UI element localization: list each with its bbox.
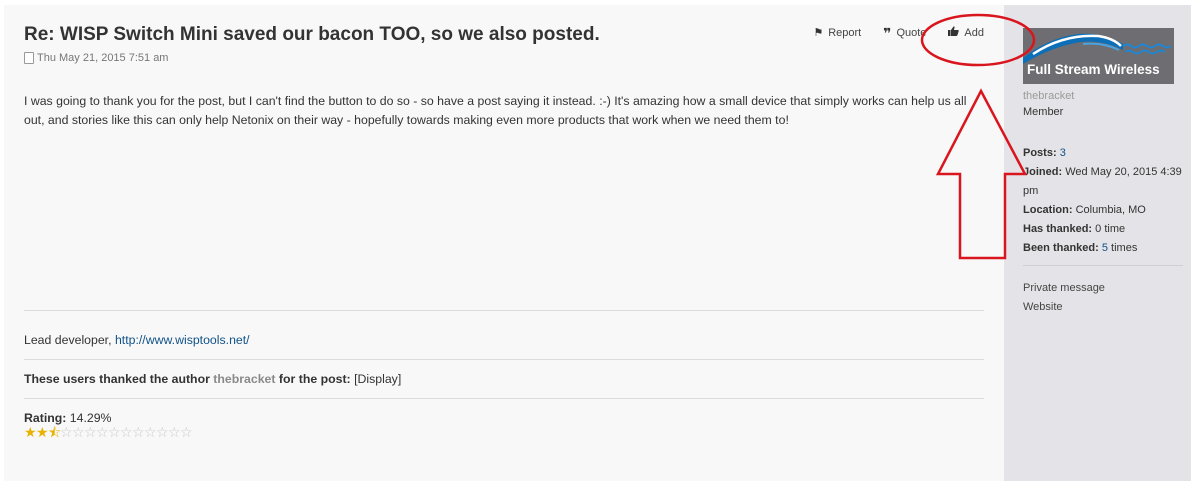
profile-rank: Member: [1023, 106, 1064, 118]
post-title[interactable]: Re: WISP Switch Mini saved our bacon TOO…: [24, 24, 600, 46]
rating-star[interactable]: ⯪: [48, 425, 61, 439]
profile-joined: Joined: Wed May 20, 2015 4:39 pm: [1023, 163, 1188, 201]
rating-star[interactable]: ☆: [60, 425, 73, 439]
rating-label: Rating:: [24, 411, 67, 425]
profile-location: Location: Columbia, MO: [1023, 201, 1188, 220]
rating-star[interactable]: ☆: [120, 425, 133, 439]
profile-username[interactable]: thebracket: [1023, 90, 1074, 102]
signature-link[interactable]: http://www.wisptools.net/: [115, 333, 250, 347]
rating-star[interactable]: ☆: [84, 425, 97, 439]
rating-value: 14.29%: [69, 411, 112, 425]
has-thanked-value: 0 time: [1095, 223, 1126, 235]
post-container: Re: WISP Switch Mini saved our bacon TOO…: [4, 5, 1004, 481]
location-value: Columbia, MO: [1075, 204, 1146, 216]
profile-contact: Private message Website: [1023, 279, 1105, 317]
location-label: Location:: [1023, 204, 1073, 216]
rating: Rating: 14.29%: [24, 411, 112, 425]
rating-star[interactable]: ☆: [72, 425, 85, 439]
private-message-link[interactable]: Private message: [1023, 279, 1105, 298]
rating-star[interactable]: ★: [36, 425, 49, 439]
thanks-display-toggle[interactable]: [Display]: [354, 372, 401, 386]
signature-text: Lead developer,: [24, 333, 115, 347]
rating-stars[interactable]: ★ ★ ⯪ ☆ ☆ ☆ ☆ ☆ ☆ ☆ ☆ ☆ ☆ ☆: [24, 425, 193, 439]
rating-star[interactable]: ☆: [144, 425, 157, 439]
document-icon: [24, 52, 34, 64]
been-thanked-suffix: times: [1111, 242, 1138, 254]
rating-star[interactable]: ☆: [168, 425, 181, 439]
been-thanked-label: Been thanked:: [1023, 242, 1099, 254]
posts-label: Posts:: [1023, 147, 1057, 159]
website-link[interactable]: Website: [1023, 298, 1105, 317]
rating-star[interactable]: ☆: [156, 425, 169, 439]
thanks-row: These users thanked the author thebracke…: [24, 372, 401, 386]
posts-count-link[interactable]: 3: [1060, 147, 1066, 159]
thanks-divider: [24, 359, 984, 360]
flag-icon: ⚑: [813, 27, 824, 39]
post-body: I was going to thank you for the post, b…: [24, 94, 967, 127]
profile-has-thanked: Has thanked: 0 time: [1023, 220, 1188, 239]
signature: Lead developer, http://www.wisptools.net…: [24, 333, 250, 347]
quote-label: Quote: [896, 26, 927, 39]
add-label: Add: [964, 26, 984, 39]
thanks-suffix: for the post:: [278, 372, 351, 386]
signature-divider: [24, 310, 984, 311]
rating-star[interactable]: ☆: [96, 425, 109, 439]
profile-sidebar: Full Stream Wireless thebracket Member P…: [1004, 5, 1191, 481]
report-button[interactable]: ⚑ Report: [813, 26, 862, 40]
thanks-prefix: These users thanked the author: [24, 372, 210, 386]
quote-button[interactable]: ❞ Quote: [883, 24, 927, 41]
avatar[interactable]: Full Stream Wireless: [1023, 28, 1174, 84]
profile-divider: [1023, 265, 1183, 266]
post-meta: Thu May 21, 2015 7:51 am: [24, 52, 168, 64]
quote-icon: ❞: [883, 24, 892, 41]
profile-posts: Posts: 3: [1023, 144, 1188, 163]
report-label: Report: [828, 26, 862, 39]
rating-divider: [24, 398, 984, 399]
thanks-author[interactable]: thebracket: [213, 372, 275, 386]
profile-been-thanked: Been thanked: 5 times: [1023, 239, 1188, 258]
joined-label: Joined:: [1023, 166, 1063, 178]
post-actions: ⚑ Report ❞ Quote Add: [813, 24, 984, 41]
post-timestamp: Thu May 21, 2015 7:51 am: [37, 52, 169, 64]
has-thanked-label: Has thanked:: [1023, 223, 1093, 235]
thumbs-up-icon: [948, 26, 960, 39]
rating-star[interactable]: ★: [24, 425, 37, 439]
profile-info: Posts: 3 Joined: Wed May 20, 2015 4:39 p…: [1023, 144, 1188, 258]
rating-star[interactable]: ☆: [132, 425, 145, 439]
rating-star[interactable]: ☆: [180, 425, 193, 439]
been-thanked-count-link[interactable]: 5: [1102, 242, 1108, 254]
add-thanks-button[interactable]: Add: [948, 26, 984, 39]
logo-text: Full Stream Wireless: [1027, 62, 1160, 77]
rating-star[interactable]: ☆: [108, 425, 121, 439]
